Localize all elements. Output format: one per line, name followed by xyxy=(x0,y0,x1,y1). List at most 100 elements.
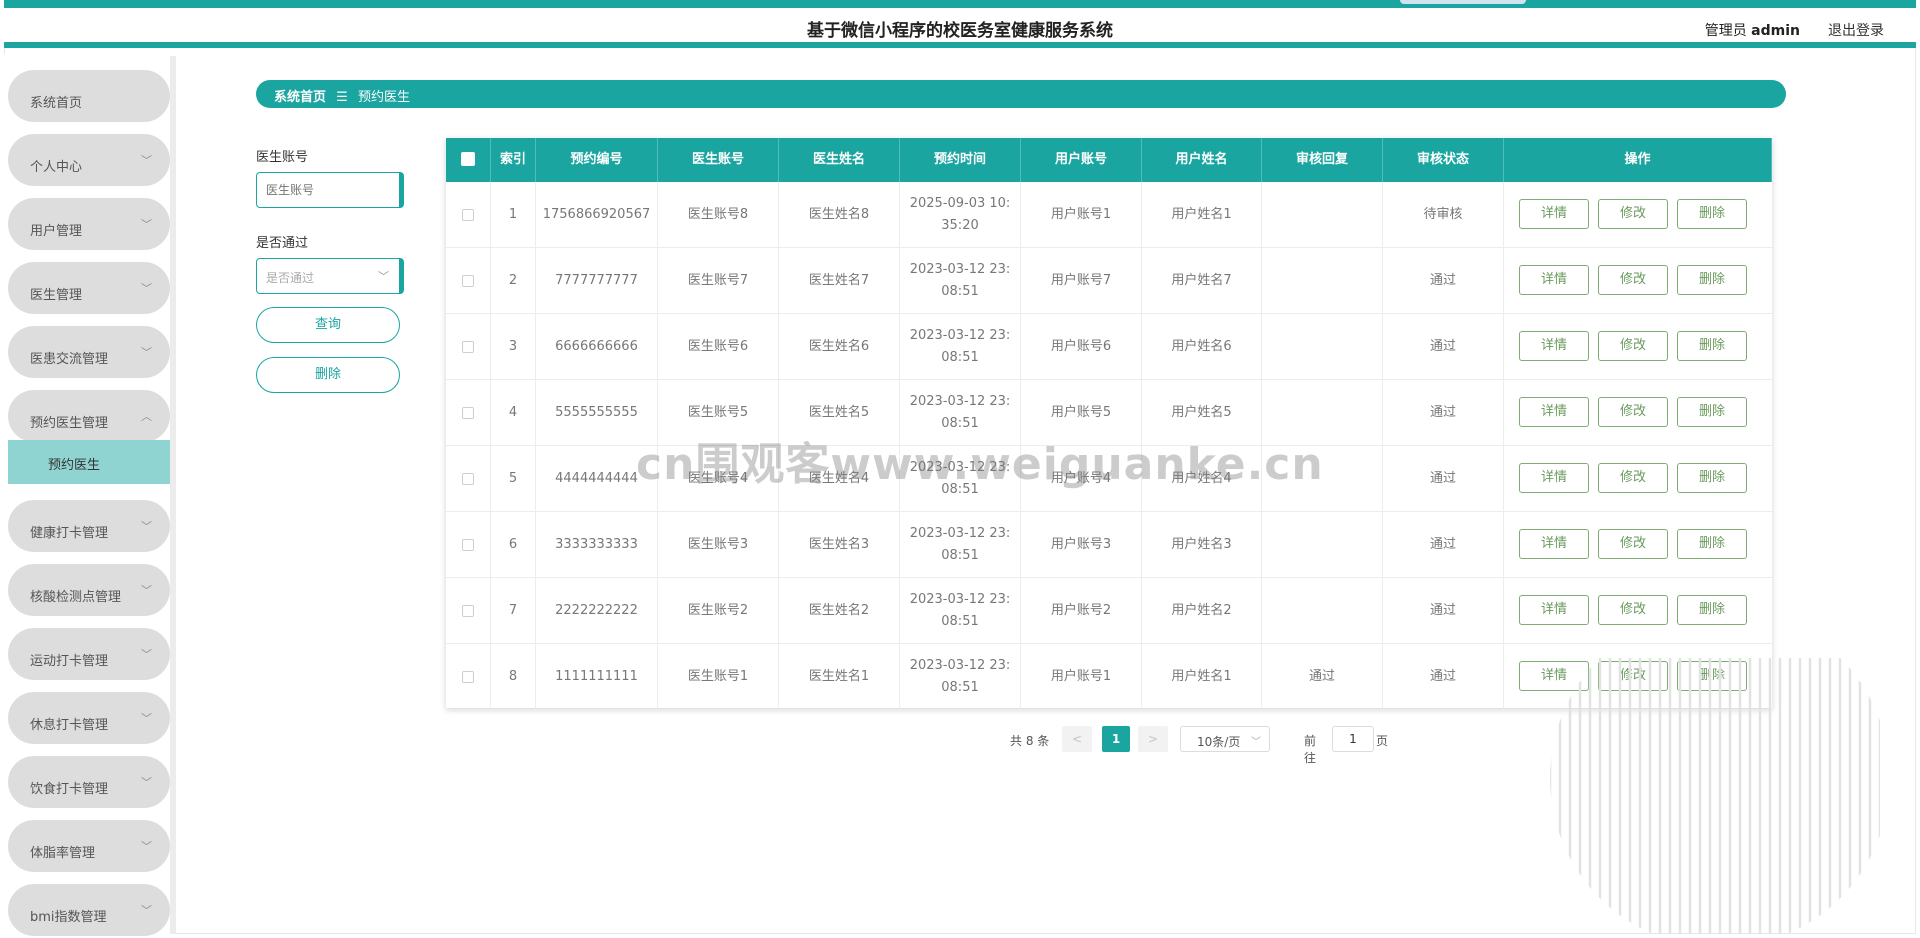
row-checkbox[interactable] xyxy=(462,473,474,485)
edit-button[interactable]: 修改 xyxy=(1598,463,1668,493)
sidebar-item-7[interactable]: 核酸检测点管理 ﹀ xyxy=(8,564,170,616)
cell-user-name: 用户姓名1 xyxy=(1142,182,1262,248)
sidebar: 系统首页个人中心 ﹀ 用户管理 ﹀ 医生管理 ﹀ 医患交流管理 ﹀ 预约医生管理 ︿ 健康打卡管理 ﹀… xyxy=(4,54,176,936)
edit-button[interactable]: 修改 xyxy=(1598,265,1668,295)
cell-actions: 详情 修改 删除 xyxy=(1504,446,1772,512)
edit-button[interactable]: 修改 xyxy=(1598,199,1668,229)
column-header: 索引 xyxy=(491,138,536,182)
cell-status: 通过 xyxy=(1383,512,1504,578)
detail-button[interactable]: 详情 xyxy=(1519,463,1589,493)
page-size-select[interactable]: 10条/页 ﹀ xyxy=(1180,726,1270,752)
cell-appt-no: 7777777777 xyxy=(536,248,658,314)
delete-button[interactable]: 删除 xyxy=(1677,595,1747,625)
sidebar-item-6[interactable]: 健康打卡管理 ﹀ xyxy=(8,500,170,552)
batch-delete-button[interactable]: 删除 xyxy=(256,357,400,393)
cell-doctor-account: 医生账号2 xyxy=(658,578,779,644)
next-page-button[interactable]: > xyxy=(1138,726,1168,752)
table-row: 7 2222222222 医生账号2 医生姓名2 2023-03-12 23:08:51… xyxy=(446,578,1772,644)
cell-appt-no: 1111111111 xyxy=(536,644,658,710)
edit-button[interactable]: 修改 xyxy=(1598,331,1668,361)
cell-user-name: 用户姓名2 xyxy=(1142,578,1262,644)
cell-status: 通过 xyxy=(1383,248,1504,314)
cell-status: 通过 xyxy=(1383,314,1504,380)
cell-user-name: 用户姓名3 xyxy=(1142,512,1262,578)
row-select-cell xyxy=(446,248,491,314)
column-header: 预约编号 xyxy=(536,138,658,182)
cell-actions: 详情 修改 删除 xyxy=(1504,182,1772,248)
table-row: 2 7777777777 医生账号7 医生姓名7 2023-03-12 23:08:51… xyxy=(446,248,1772,314)
cell-reply: 通过 xyxy=(1262,644,1383,710)
delete-button[interactable]: 删除 xyxy=(1677,331,1747,361)
sidebar-item-5[interactable]: 预约医生管理 ︿ xyxy=(8,390,170,442)
sidebar-item-label: 体脂率管理 xyxy=(30,846,96,861)
chevron-down-icon: ﹀ xyxy=(141,154,152,167)
row-checkbox[interactable] xyxy=(462,209,474,221)
sidebar-item-9[interactable]: 休息打卡管理 ﹀ xyxy=(8,692,170,744)
edit-button[interactable]: 修改 xyxy=(1598,397,1668,427)
sidebar-subitem-appointment[interactable]: 预约医生 xyxy=(8,440,170,484)
delete-button[interactable]: 删除 xyxy=(1677,463,1747,493)
cell-doctor-name: 医生姓名1 xyxy=(779,644,900,710)
row-checkbox[interactable] xyxy=(462,671,474,683)
column-header: 用户姓名 xyxy=(1142,138,1262,182)
delete-button[interactable]: 删除 xyxy=(1677,265,1747,295)
edit-button[interactable]: 修改 xyxy=(1598,529,1668,559)
row-checkbox[interactable] xyxy=(462,341,474,353)
chevron-down-icon: ﹀ xyxy=(141,776,152,789)
chevron-down-icon: ﹀ xyxy=(141,520,152,533)
sidebar-item-8[interactable]: 运动打卡管理 ﹀ xyxy=(8,628,170,680)
cell-user-account: 用户账号1 xyxy=(1021,644,1142,710)
cell-time: 2023-03-12 23:08:51 xyxy=(900,578,1021,644)
row-checkbox[interactable] xyxy=(462,539,474,551)
detail-button[interactable]: 详情 xyxy=(1519,265,1589,295)
prev-page-button[interactable]: < xyxy=(1062,726,1092,752)
top-accent-bar xyxy=(4,0,1916,8)
top-tab-widget xyxy=(1400,0,1526,4)
cell-reply xyxy=(1262,578,1383,644)
sidebar-item-label: 个人中心 xyxy=(30,160,83,175)
row-select-cell xyxy=(446,644,491,710)
breadcrumb-home[interactable]: 系统首页 xyxy=(274,90,326,105)
breadcrumb: 系统首页 ☰ 预约医生 xyxy=(256,80,1786,108)
row-checkbox[interactable] xyxy=(462,605,474,617)
cell-user-account: 用户账号1 xyxy=(1021,182,1142,248)
cell-index: 5 xyxy=(491,446,536,512)
detail-button[interactable]: 详情 xyxy=(1519,331,1589,361)
cell-reply xyxy=(1262,182,1383,248)
cell-time: 2023-03-12 23:08:51 xyxy=(900,314,1021,380)
edit-button[interactable]: 修改 xyxy=(1598,595,1668,625)
detail-button[interactable]: 详情 xyxy=(1519,397,1589,427)
page-1-button[interactable]: 1 xyxy=(1102,726,1130,752)
approved-select[interactable]: 是否通过 ﹀ xyxy=(256,258,404,294)
cell-doctor-account: 医生账号7 xyxy=(658,248,779,314)
query-button[interactable]: 查询 xyxy=(256,307,400,343)
delete-button[interactable]: 删除 xyxy=(1677,397,1747,427)
row-checkbox[interactable] xyxy=(462,407,474,419)
logout-button[interactable]: 退出登录 xyxy=(1828,20,1884,40)
cell-status: 通过 xyxy=(1383,644,1504,710)
cell-time: 2025-09-03 10:35:20 xyxy=(900,182,1021,248)
detail-button[interactable]: 详情 xyxy=(1519,199,1589,229)
sidebar-item-1[interactable]: 个人中心 ﹀ xyxy=(8,134,170,186)
sidebar-item-2[interactable]: 用户管理 ﹀ xyxy=(8,198,170,250)
select-all-checkbox[interactable] xyxy=(461,152,475,166)
row-checkbox[interactable] xyxy=(462,275,474,287)
sidebar-item-0[interactable]: 系统首页 xyxy=(8,70,170,122)
sidebar-item-3[interactable]: 医生管理 ﹀ xyxy=(8,262,170,314)
sidebar-item-4[interactable]: 医患交流管理 ﹀ xyxy=(8,326,170,378)
user-role: 管理员 xyxy=(1704,23,1747,39)
delete-button[interactable]: 删除 xyxy=(1677,529,1747,559)
detail-button[interactable]: 详情 xyxy=(1519,529,1589,559)
cell-actions: 详情 修改 删除 xyxy=(1504,314,1772,380)
delete-button[interactable]: 删除 xyxy=(1677,199,1747,229)
sidebar-item-11[interactable]: 体脂率管理 ﹀ xyxy=(8,820,170,872)
sidebar-item-12[interactable]: bmi指数管理 ﹀ xyxy=(8,884,170,936)
row-select-cell xyxy=(446,578,491,644)
sidebar-item-10[interactable]: 饮食打卡管理 ﹀ xyxy=(8,756,170,808)
detail-button[interactable]: 详情 xyxy=(1519,595,1589,625)
doctor-account-input[interactable] xyxy=(256,172,404,208)
breadcrumb-separator-icon: ☰ xyxy=(336,90,348,105)
app-header: 基于微信小程序的校医务室健康服务系统 管理员 admin 退出登录 xyxy=(4,8,1916,48)
sidebar-scrollbar[interactable] xyxy=(170,56,176,934)
goto-page-input[interactable] xyxy=(1332,726,1374,752)
